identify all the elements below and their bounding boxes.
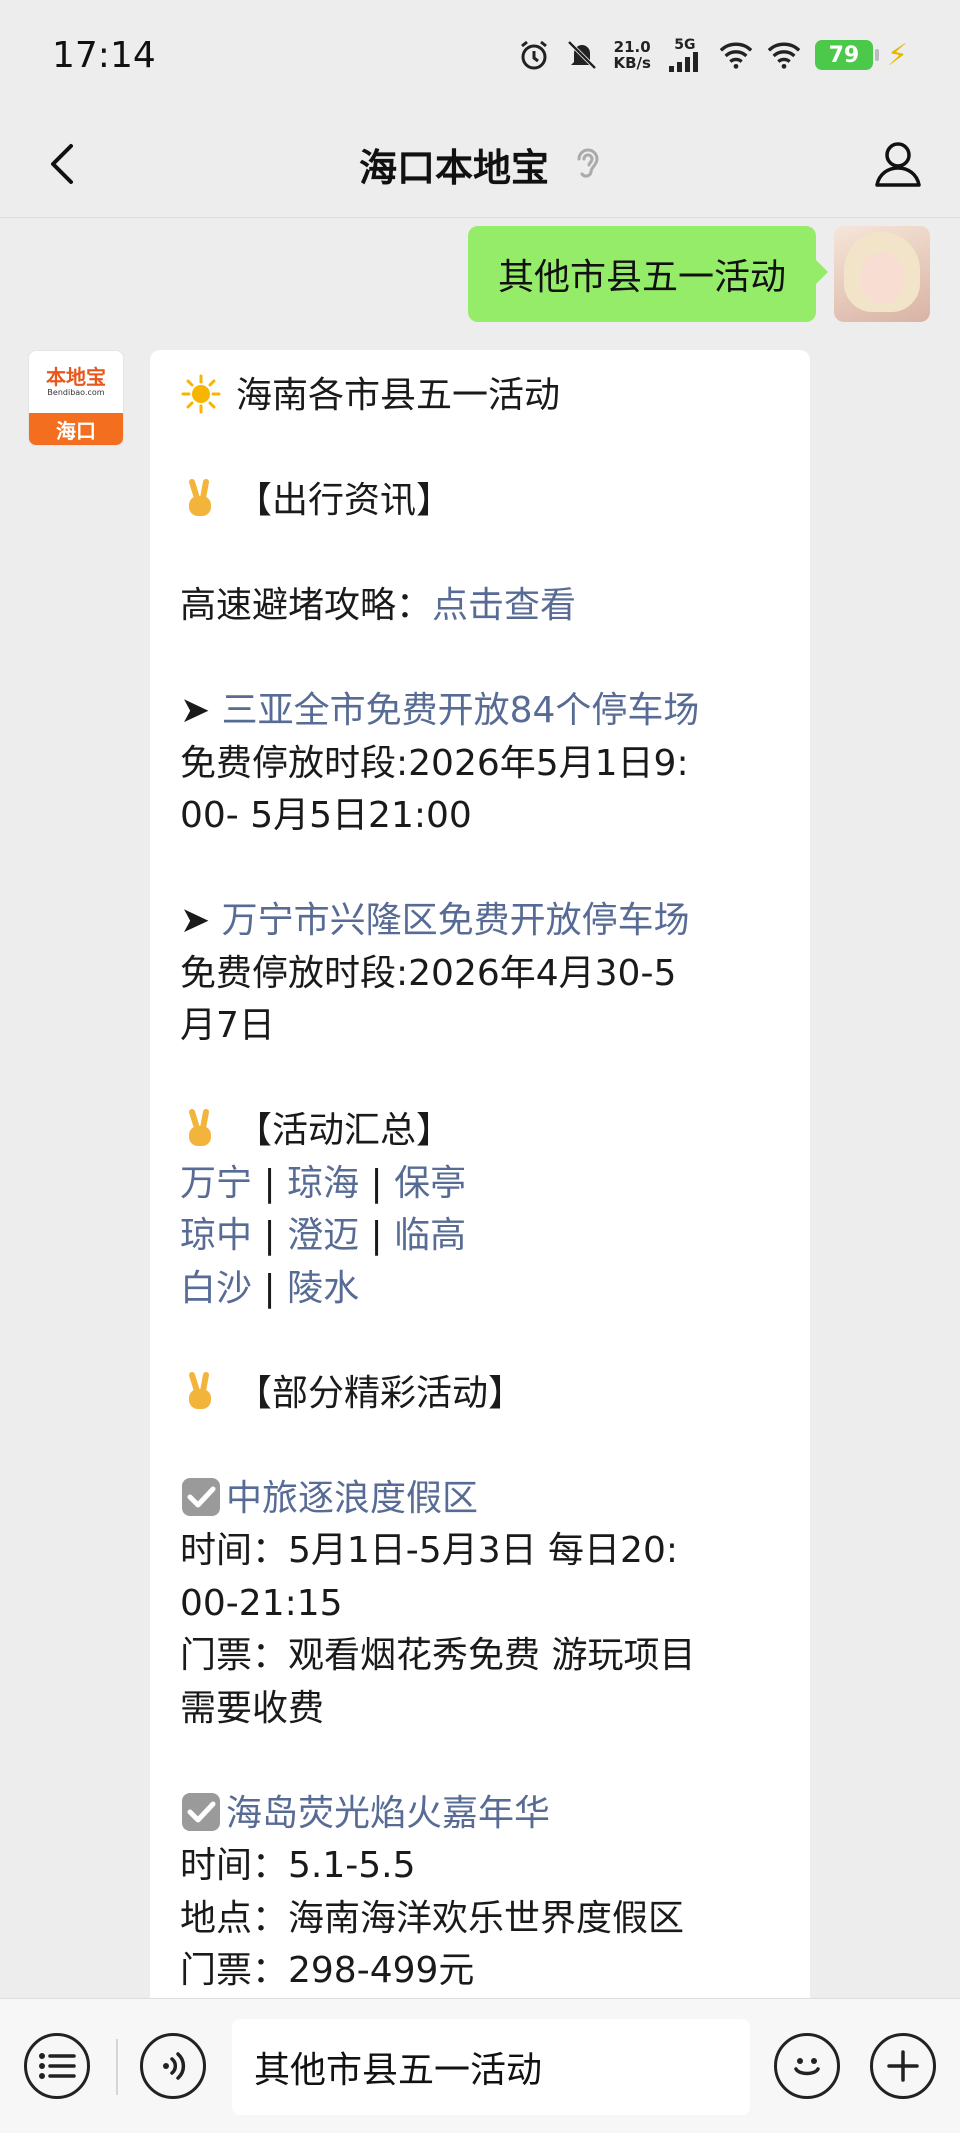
parking2-time-b: 月7日 <box>180 1005 275 1046</box>
city-link[interactable]: 白沙 <box>180 1268 252 1309</box>
status-icons: 21.0 KB/s 5G 79 ⚡ <box>517 38 908 73</box>
network-speed: 21.0 KB/s <box>613 38 651 72</box>
status-bar: 17:14 21.0 KB/s 5G 79 ⚡ <box>0 0 960 110</box>
message-input[interactable]: 其他市县五一活动 <box>232 2019 750 2115</box>
person-icon <box>875 142 921 187</box>
event1-title-line: 中旅逐浪度假区 <box>180 1473 782 1526</box>
checkbox-icon <box>182 1477 220 1516</box>
city-link[interactable]: 万宁 <box>180 1163 252 1204</box>
arrow-icon: ➤ <box>180 690 211 731</box>
alarm-icon <box>517 38 551 72</box>
summary-row: 万宁 | 琼海 | 保亭 <box>180 1162 467 1204</box>
bot-logo-sub: Bendibao.com <box>47 388 105 397</box>
city-link[interactable]: 琼海 <box>287 1163 359 1204</box>
list-icon <box>39 2053 76 2079</box>
travel-section-title: 【出行资讯】 <box>236 480 453 521</box>
parking2-link[interactable]: 万宁市兴隆区免费开放停车场 <box>222 900 690 941</box>
event1-ticket-b: 需要收费 <box>180 1687 325 1729</box>
summary-row: 琼中 | 澄迈 | 临高 <box>180 1215 467 1256</box>
voice-button[interactable] <box>140 2033 206 2099</box>
highlights-section-line: 【部分精彩活动】 <box>180 1368 782 1421</box>
mute-bell-icon <box>565 38 599 72</box>
parking1-link[interactable]: 三亚全市免费开放84个停车场 <box>222 690 700 731</box>
city-link[interactable]: 澄迈 <box>287 1215 359 1256</box>
parking1-line: ➤ 三亚全市免费开放84个停车场 <box>180 685 782 738</box>
event2-location: 地点：海南海洋欢乐世界度假区 <box>180 1897 685 1939</box>
menu-button[interactable] <box>24 2033 90 2099</box>
plus-button[interactable] <box>870 2033 936 2099</box>
victory-hand-icon <box>189 479 211 516</box>
city-link[interactable]: 保亭 <box>394 1163 466 1204</box>
user-avatar[interactable] <box>834 226 930 322</box>
travel-section-line: 【出行资讯】 <box>180 475 782 528</box>
highway-line: 高速避堵攻略：点击查看 <box>180 580 782 633</box>
event1-time-a: 时间：5月1日-5月3日 每日20: <box>180 1530 678 1571</box>
summary-section-line: 【活动汇总】 <box>180 1105 782 1158</box>
parking2-line: ➤ 万宁市兴隆区免费开放停车场 <box>180 895 782 948</box>
parking1-time-b: 00- 5月5日21:00 <box>180 795 472 836</box>
smiley-icon <box>794 2058 820 2076</box>
voice-icon <box>163 2052 186 2080</box>
event2-time: 时间：5.1-5.5 <box>180 1845 416 1886</box>
checkbox-icon <box>182 1792 220 1831</box>
bot-avatar[interactable]: 本地宝 Bendibao.com 海口 <box>28 350 124 446</box>
bot-logo-text: 本地宝 <box>46 365 106 389</box>
event1-time-b: 00-21:15 <box>180 1582 343 1624</box>
wifi-icon-secondary <box>767 38 801 72</box>
cellular-signal-icon: 5G <box>665 38 705 72</box>
battery-indicator: 79 <box>814 40 879 70</box>
parking1-time-a: 免费停放时段:2026年5月1日9: <box>180 742 689 784</box>
city-link[interactable]: 琼中 <box>180 1215 252 1256</box>
nav-title-group: 海口本地宝 <box>0 110 960 218</box>
highway-link[interactable]: 点击查看 <box>432 585 576 626</box>
city-link[interactable]: 陵水 <box>287 1268 359 1309</box>
nav-bar: 海口本地宝 <box>0 110 960 218</box>
plus-icon <box>887 2050 919 2082</box>
page-title: 海口本地宝 <box>358 145 549 190</box>
charging-bolt-icon: ⚡ <box>886 37 908 73</box>
victory-hand-icon <box>189 1109 211 1146</box>
status-time: 17:14 <box>52 34 156 76</box>
event1-ticket-a: 门票：观看烟花秀免费 游玩项目 <box>180 1635 696 1676</box>
reply-heading: 海南各市县五一活动 <box>236 375 561 416</box>
sun-icon <box>181 374 221 414</box>
reply-bubble: 海南各市县五一活动 【出行资讯】 高速避堵攻略：点击查看 ➤ 三亚全市免费开放8… <box>150 350 810 1998</box>
victory-hand-icon <box>189 1371 211 1409</box>
wifi-icon <box>719 38 753 72</box>
profile-button[interactable] <box>868 134 928 194</box>
summary-row: 白沙 | 陵水 <box>180 1267 360 1309</box>
summary-section-title: 【活动汇总】 <box>236 1110 453 1151</box>
emoji-button[interactable] <box>774 2033 840 2099</box>
arrow-icon: ➤ <box>180 900 211 941</box>
ear-icon <box>577 148 599 178</box>
event2-link[interactable]: 海岛荧光焰火嘉年华 <box>226 1793 550 1834</box>
outgoing-message: 其他市县五一活动 <box>467 226 930 322</box>
input-bar: 其他市县五一活动 <box>0 1998 960 2133</box>
event2-title-line: 海岛荧光焰火嘉年华 <box>180 1788 782 1841</box>
incoming-message: 本地宝 Bendibao.com 海口 海南各市县五一活动 【出行资讯】 高速避… <box>28 350 810 1998</box>
reply-heading-line: 海南各市县五一活动 <box>180 370 782 423</box>
bot-city-label: 海口 <box>29 413 123 445</box>
outgoing-bubble[interactable]: 其他市县五一活动 <box>467 226 829 322</box>
parking2-time-a: 免费停放时段:2026年4月30-5 <box>180 952 677 994</box>
event1-link[interactable]: 中旅逐浪度假区 <box>226 1478 478 1519</box>
divider <box>116 2039 118 2095</box>
highlights-section-title: 【部分精彩活动】 <box>236 1372 525 1414</box>
highway-label: 高速避堵攻略： <box>180 585 433 626</box>
city-link[interactable]: 临高 <box>394 1215 466 1256</box>
event2-ticket: 门票：298-499元 <box>180 1950 475 1991</box>
chat-area[interactable]: 其他市县五一活动 本地宝 Bendibao.com 海口 海南各市县五一活动 【… <box>0 218 960 1998</box>
